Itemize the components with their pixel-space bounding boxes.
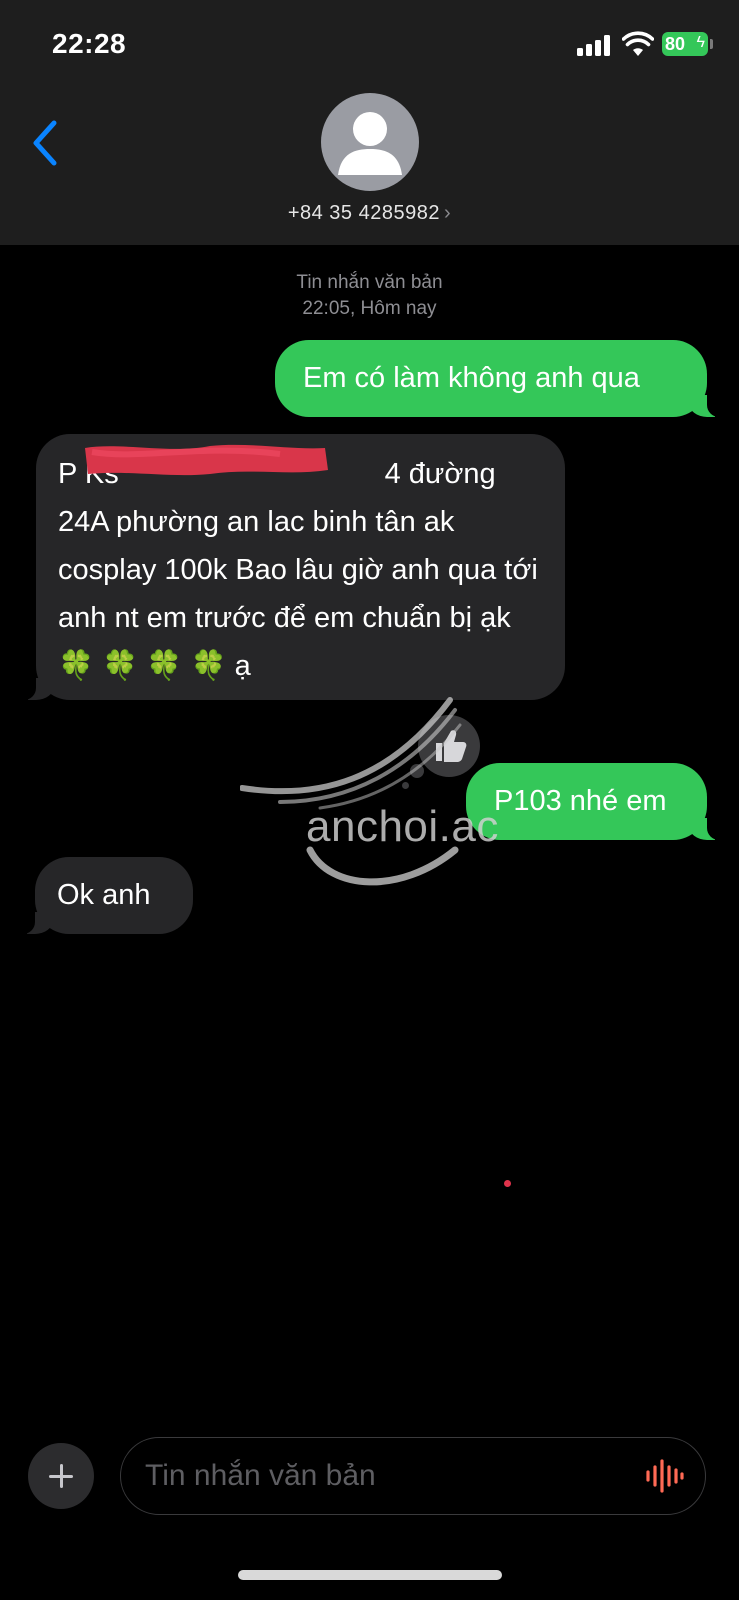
charging-bolt-icon: ϟ (696, 34, 705, 51)
message-compose-field[interactable] (120, 1437, 706, 1515)
conversation-header: 22:28 80 ϟ +84 35 4285982 › (0, 0, 739, 245)
add-attachment-button[interactable] (28, 1443, 94, 1509)
waveform-icon[interactable] (644, 1458, 684, 1494)
battery-cap (710, 39, 713, 49)
contact-avatar[interactable] (321, 93, 419, 191)
message-bubble-outgoing[interactable]: P103 nhé em (466, 763, 727, 840)
message-bubble-outgoing[interactable]: Em có làm không anh qua (275, 340, 727, 417)
message-type-label: Tin nhắn văn bản (296, 272, 443, 293)
message-text: P Ks 4 đường 24A phường an lac binh tân … (58, 458, 538, 682)
wifi-icon (622, 31, 654, 56)
message-text: P103 nhé em (494, 785, 667, 817)
battery-icon: 80 ϟ (662, 32, 708, 56)
contact-name: +84 35 4285982 (287, 202, 440, 224)
watermark-text: anchoi.ac (306, 802, 499, 851)
message-timestamp: 22:05, Hôm nay (302, 298, 437, 319)
cellular-signal-icon (577, 34, 613, 56)
chevron-right-icon: › (443, 202, 452, 224)
red-dot (504, 1180, 511, 1187)
tapback-badge[interactable] (418, 715, 480, 777)
message-bubble-incoming[interactable]: Ok anh (15, 857, 193, 934)
tapback-tail-dot (402, 782, 409, 789)
message-text: Em có làm không anh qua (303, 362, 640, 394)
person-avatar-icon (338, 112, 402, 175)
redaction-scribble (85, 444, 328, 476)
status-time: 22:28 (52, 28, 127, 59)
message-text: Ok anh (57, 879, 151, 911)
status-bar: 22:28 80 ϟ (0, 0, 739, 90)
back-chevron-icon[interactable] (28, 118, 68, 168)
home-indicator[interactable] (238, 1570, 502, 1580)
battery-level: 80 (665, 34, 686, 54)
contact-name-button[interactable]: +84 35 4285982 › (0, 202, 739, 225)
message-input[interactable] (145, 1438, 625, 1514)
thumbs-up-icon (436, 730, 467, 762)
